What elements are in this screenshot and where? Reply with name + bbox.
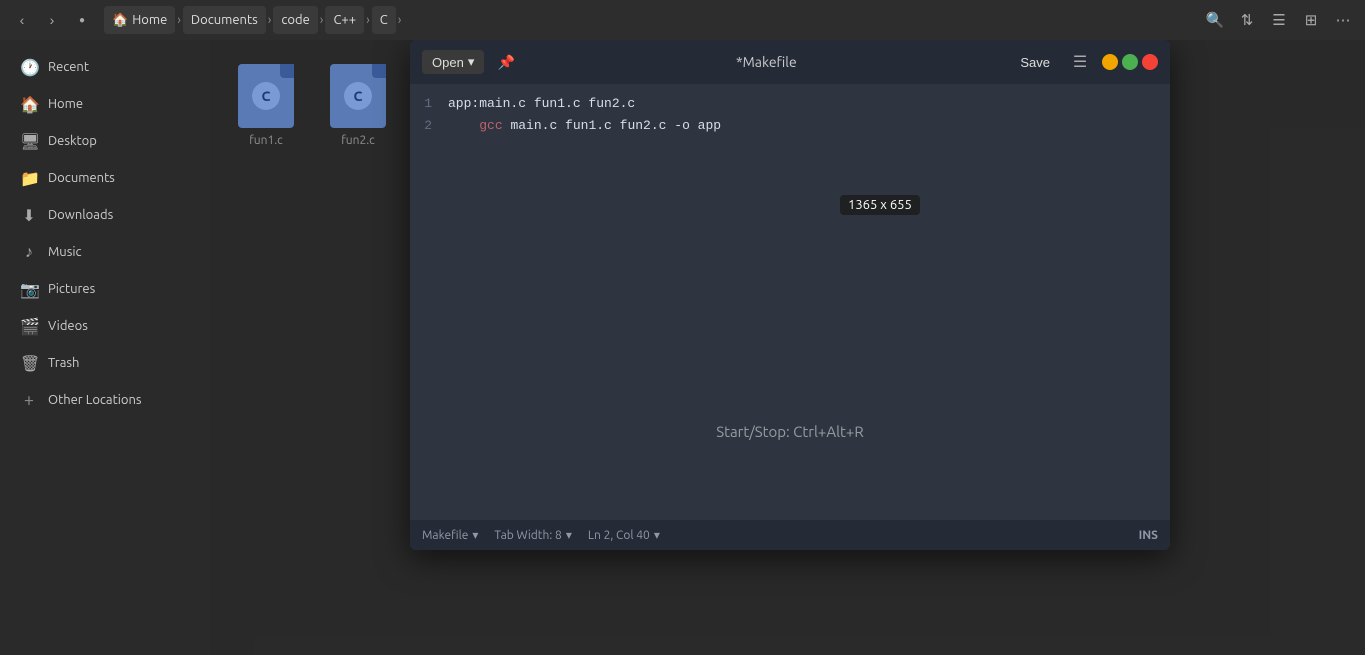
nav-parent-button[interactable]: ● <box>68 6 96 34</box>
filetype-chevron-icon: ▾ <box>472 528 478 542</box>
breadcrumb-cpp[interactable]: C++ <box>325 6 364 34</box>
line-code-2: gcc main.c fun1.c fun2.c -o app <box>448 118 721 133</box>
sidebar-label-desktop: Desktop <box>48 134 97 148</box>
position-chevron-icon: ▾ <box>654 528 660 542</box>
editor-pin-button[interactable]: 📌 <box>492 48 520 76</box>
breadcrumb-documents[interactable]: Documents <box>183 6 266 34</box>
sidebar-item-trash[interactable]: 🗑 Trash <box>4 345 206 381</box>
add-icon: + <box>20 390 38 410</box>
toolbar-actions: 🔍 ⇅ ☰ ⊞ ⋯ <box>1201 6 1357 34</box>
code-keyword-gcc: gcc <box>479 118 502 133</box>
status-filetype[interactable]: Makefile ▾ <box>422 528 478 542</box>
sidebar-label-downloads: Downloads <box>48 208 113 222</box>
sidebar-item-other-locations[interactable]: + Other Locations <box>4 382 206 418</box>
file-label-fun1c: fun1.c <box>249 134 283 147</box>
grid-view-button[interactable]: ⊞ <box>1297 6 1325 34</box>
sidebar-item-music[interactable]: ♪ Music <box>4 234 206 270</box>
editor-line-2: 2 gcc main.c fun1.c fun2.c -o app <box>418 118 1162 140</box>
sidebar-item-downloads[interactable]: ⬇ Downloads <box>4 197 206 233</box>
editor-toolbar: Open ▾ 📌 *Makefile Save ☰ <box>410 40 1170 84</box>
tabwidth-chevron-icon: ▾ <box>566 528 572 542</box>
editor-menu-button[interactable]: ☰ <box>1066 48 1094 76</box>
chevron-down-icon: ▾ <box>468 54 475 70</box>
file-fun1c[interactable]: C fun1.c <box>226 56 306 155</box>
sidebar-label-trash: Trash <box>48 356 79 370</box>
breadcrumb-sep-1: › <box>175 13 183 27</box>
window-controls <box>1102 54 1158 70</box>
editor-statusbar: Makefile ▾ Tab Width: 8 ▾ Ln 2, Col 40 ▾… <box>410 520 1170 550</box>
view-menu-button[interactable]: ☰ <box>1265 6 1293 34</box>
sidebar-item-recent[interactable]: 🕐 Recent <box>4 49 206 85</box>
sidebar-item-pictures[interactable]: 📷 Pictures <box>4 271 206 307</box>
status-tabwidth[interactable]: Tab Width: 8 ▾ <box>494 528 571 542</box>
search-button[interactable]: 🔍 <box>1201 6 1229 34</box>
sidebar-item-desktop[interactable]: 🖥 Desktop <box>4 123 206 159</box>
code-args: main.c fun1.c fun2.c -o app <box>510 118 721 133</box>
sidebar-label-pictures: Pictures <box>48 282 95 296</box>
breadcrumb-home[interactable]: 🏠 Home <box>104 6 175 34</box>
pictures-icon: 📷 <box>20 280 38 299</box>
editor-title: *Makefile <box>528 54 1004 70</box>
editor-line-1: 1 app:main.c fun1.c fun2.c <box>418 96 1162 118</box>
trash-icon: 🗑 <box>20 354 38 373</box>
sidebar-item-home[interactable]: 🏠 Home <box>4 86 206 122</box>
file-area: C fun1.c C fun2.c C main.c <box>210 40 1365 655</box>
home-icon: 🏠 <box>20 95 38 114</box>
videos-icon: 🎬 <box>20 317 38 336</box>
file-fun2c[interactable]: C fun2.c <box>318 56 398 155</box>
top-bar: ‹ › ● 🏠 Home › Documents › code › C++ › … <box>0 0 1365 40</box>
ins-badge: INS <box>1139 529 1158 542</box>
sort-button[interactable]: ⇅ <box>1233 6 1261 34</box>
breadcrumb: 🏠 Home › Documents › code › C++ › C › <box>104 6 403 34</box>
breadcrumb-sep-2: › <box>266 13 274 27</box>
nav-back-button[interactable]: ‹ <box>8 6 36 34</box>
downloads-icon: ⬇ <box>20 206 38 225</box>
line-number-2: 2 <box>418 118 448 133</box>
editor-open-button[interactable]: Open ▾ <box>422 50 484 74</box>
breadcrumb-sep-4: › <box>364 13 372 27</box>
sidebar-label-other-locations: Other Locations <box>48 393 142 407</box>
file-label-fun2c: fun2.c <box>341 134 375 147</box>
window-maximize-button[interactable] <box>1122 54 1138 70</box>
sidebar-item-documents[interactable]: 📁 Documents <box>4 160 206 196</box>
editor-watermark: Start/Stop: Ctrl+Alt+R <box>716 423 864 440</box>
line-code-1: app:main.c fun1.c fun2.c <box>448 96 635 111</box>
text-editor: Open ▾ 📌 *Makefile Save ☰ <box>410 40 1170 550</box>
breadcrumb-sep-3: › <box>318 13 326 27</box>
breadcrumb-more: › <box>396 13 404 27</box>
music-icon: ♪ <box>20 243 38 262</box>
c-file-icon-fun2c: C <box>330 64 386 128</box>
c-file-icon-fun1c: C <box>238 64 294 128</box>
editor-content[interactable]: 1 app:main.c fun1.c fun2.c 2 gcc main.c … <box>410 84 1170 520</box>
sidebar-label-recent: Recent <box>48 60 89 74</box>
main-area: 🕐 Recent 🏠 Home 🖥 Desktop 📁 Documents ⬇ … <box>0 40 1365 655</box>
sidebar-item-videos[interactable]: 🎬 Videos <box>4 308 206 344</box>
nav-buttons: ‹ › ● <box>8 6 96 34</box>
editor-lines: 1 app:main.c fun1.c fun2.c 2 gcc main.c … <box>418 96 1162 140</box>
sidebar-label-documents: Documents <box>48 171 115 185</box>
nav-forward-button[interactable]: › <box>38 6 66 34</box>
breadcrumb-c[interactable]: C <box>372 6 396 34</box>
line-number-1: 1 <box>418 96 448 111</box>
breadcrumb-code[interactable]: code <box>273 6 317 34</box>
sidebar: 🕐 Recent 🏠 Home 🖥 Desktop 📁 Documents ⬇ … <box>0 40 210 655</box>
sidebar-label-videos: Videos <box>48 319 88 333</box>
documents-icon: 📁 <box>20 169 38 188</box>
window-close-button[interactable] <box>1142 54 1158 70</box>
sidebar-label-home: Home <box>48 97 83 111</box>
editor-save-button[interactable]: Save <box>1012 51 1058 74</box>
recent-icon: 🕐 <box>20 58 38 77</box>
sidebar-label-music: Music <box>48 245 82 259</box>
desktop-icon: 🖥 <box>20 132 38 151</box>
status-position[interactable]: Ln 2, Col 40 ▾ <box>588 528 660 542</box>
window-minimize-button[interactable] <box>1102 54 1118 70</box>
overflow-button[interactable]: ⋯ <box>1329 6 1357 34</box>
